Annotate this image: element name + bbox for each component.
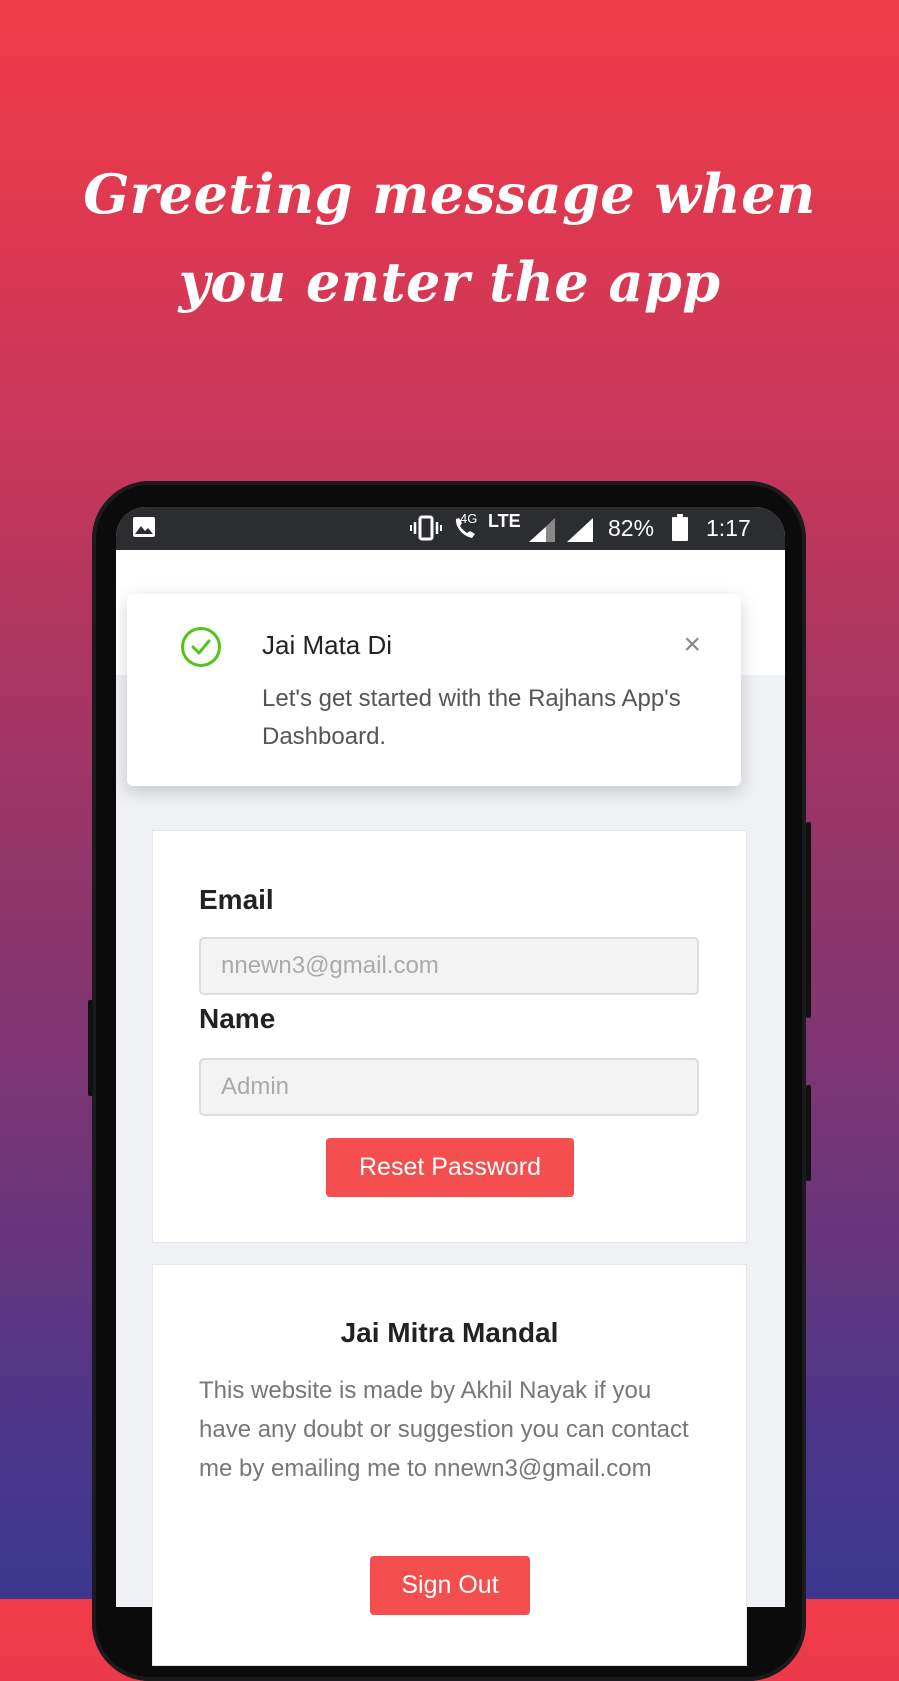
email-label: Email: [199, 884, 274, 915]
about-text: This website is made by Akhil Nayak if y…: [199, 1377, 689, 1482]
about-title: Jai Mitra Mandal: [340, 1317, 559, 1348]
close-icon[interactable]: ×: [683, 630, 701, 660]
notification-title: Jai Mata Di: [262, 630, 393, 660]
success-check-icon: [181, 627, 221, 667]
signal-icon-2: [566, 517, 594, 549]
lte-label: LTE: [488, 511, 521, 531]
profile-card: Email Name Reset Password: [152, 830, 747, 1243]
battery-percent: 82%: [608, 515, 655, 541]
name-field[interactable]: [199, 1058, 699, 1116]
email-field[interactable]: [199, 937, 699, 995]
network-type-label: 4G: [460, 511, 478, 526]
status-bar: 4G LTE 82% 1:17: [116, 507, 785, 550]
promo-headline: Greeting message when you enter the app: [83, 162, 816, 314]
clock: 1:17: [706, 515, 751, 541]
gallery-icon: [132, 516, 156, 544]
sign-out-button[interactable]: Sign Out: [370, 1556, 530, 1615]
phone-side-button-right-bottom: [806, 1085, 811, 1181]
notification-message: Let's get started with the Rajhans App's…: [262, 685, 681, 750]
signal-icon-1: [528, 517, 556, 549]
battery-icon: [671, 514, 689, 548]
reset-password-button[interactable]: Reset Password: [326, 1138, 574, 1197]
phone-side-button-right-top: [806, 822, 811, 1018]
name-label: Name: [199, 1003, 276, 1034]
about-card: Jai Mitra Mandal This website is made by…: [152, 1264, 747, 1666]
phone-side-button-left: [88, 1000, 93, 1096]
vibrate-icon: [410, 515, 442, 547]
greeting-notification: Jai Mata Di Let's get started with the R…: [127, 594, 741, 786]
